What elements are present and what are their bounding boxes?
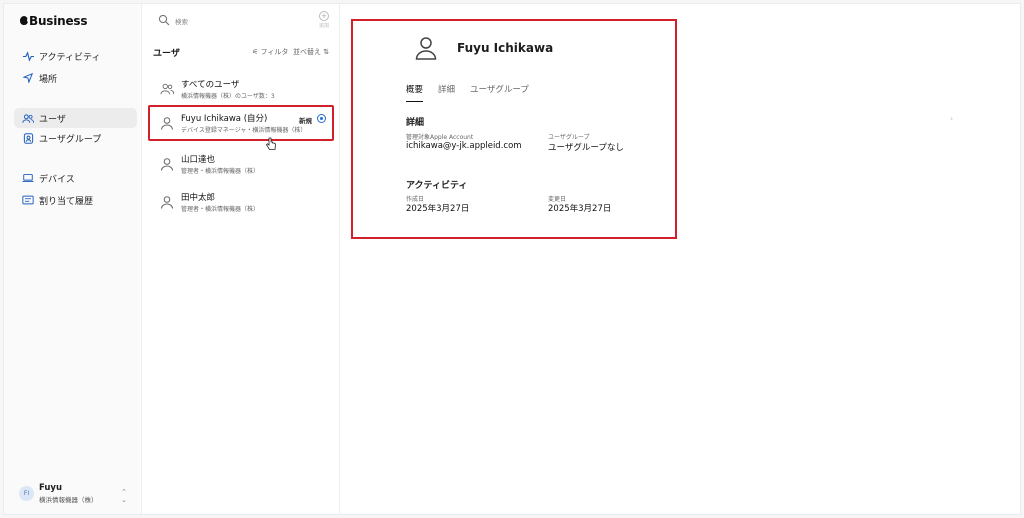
- user-name-heading: Fuyu Ichikawa: [457, 41, 554, 55]
- detail-tabs: 概要 詳細 ユーザグループ: [406, 83, 544, 102]
- users-icon: [22, 112, 34, 124]
- brand-logo[interactable]: Business: [20, 14, 88, 28]
- person-icon: [161, 117, 173, 130]
- list-item-yamaguchi[interactable]: 山口達也 管理者・横浜情報機器（株）: [148, 147, 334, 183]
- list-item-all-users[interactable]: すべてのユーザ 横浜情報機器（株）のユーザ数：3: [148, 72, 334, 108]
- account-name: Fuyu: [39, 483, 63, 493]
- account-org: 横浜情報機器（株）: [39, 496, 98, 504]
- apple-logo-icon: [20, 16, 30, 25]
- filter-label: フィルタ: [260, 48, 289, 56]
- sidebar-item-label: 割り当て履歴: [39, 196, 94, 207]
- managed-account-label: 管理対象Apple Account: [406, 134, 474, 141]
- list-title: ユーザ: [153, 49, 180, 59]
- sidebar-item-location[interactable]: 場所: [14, 68, 137, 88]
- list-item-subtitle: デバイス登録マネージャ・横浜情報機器（株）: [181, 127, 307, 134]
- brand-name: Business: [29, 14, 88, 28]
- managed-account-value: ichikawa@y-jk.appleid.com: [406, 141, 522, 151]
- location-arrow-icon: [22, 72, 34, 84]
- list-item-fuyu-ichikawa[interactable]: Fuyu Ichikawa (自分) デバイス登録マネージャ・横浜情報機器（株）…: [148, 105, 334, 141]
- list-item-tanaka[interactable]: 田中太郎 管理者・横浜情報機器（株）: [148, 185, 334, 221]
- sidebar: Business アクティビティ 場所 ユーザ ユーザグループ デバイス 割り当…: [4, 4, 138, 514]
- person-icon: [161, 158, 173, 171]
- user-detail-card: Fuyu Ichikawa 概要 詳細 ユーザグループ 詳細 管理対象Apple…: [351, 19, 677, 239]
- tab-user-groups[interactable]: ユーザグループ: [470, 83, 529, 102]
- sort-button[interactable]: 並べ替え ⇅: [293, 47, 329, 57]
- search-icon[interactable]: [158, 14, 170, 26]
- add-label: 追加: [319, 23, 330, 29]
- group-icon: [160, 83, 174, 95]
- add-user-button[interactable]: + 追加: [319, 11, 331, 29]
- search-input[interactable]: 検索: [175, 16, 188, 26]
- user-group-label: ユーザグループ: [548, 134, 590, 141]
- activity-section-title: アクティビティ: [406, 181, 468, 191]
- laptop-icon: [22, 172, 34, 184]
- person-icon: [415, 37, 437, 60]
- user-group-value: ユーザグループなし: [548, 143, 624, 153]
- list-item-name: Fuyu Ichikawa (自分): [181, 114, 268, 124]
- person-icon: [161, 196, 173, 209]
- selected-radio-icon[interactable]: [317, 114, 326, 123]
- user-list-panel: 検索 + 追加 ユーザ ⚟ フィルタ 並べ替え ⇅ すべてのユーザ 横浜情報機器…: [141, 4, 340, 514]
- tab-overview[interactable]: 概要: [406, 83, 424, 102]
- sidebar-item-activity[interactable]: アクティビティ: [14, 46, 137, 66]
- details-section-title: 詳細: [406, 118, 425, 128]
- list-item-subtitle: 管理者・横浜情報機器（株）: [181, 168, 260, 175]
- sidebar-item-label: アクティビティ: [39, 52, 101, 63]
- list-item-name: 田中太郎: [181, 193, 216, 203]
- filter-icon: ⚟: [252, 48, 261, 56]
- filter-button[interactable]: ⚟ フィルタ: [252, 47, 288, 57]
- chevron-right-icon[interactable]: ›: [950, 114, 953, 123]
- activity-icon: [22, 50, 34, 62]
- list-item-subtitle: 管理者・横浜情報機器（株）: [181, 206, 260, 213]
- chevron-updown-icon: ⌃ ⌄: [121, 488, 127, 504]
- hand-cursor-icon: [265, 137, 276, 150]
- tab-details[interactable]: 詳細: [438, 83, 455, 102]
- avatar: FI: [19, 486, 34, 501]
- sidebar-item-assignment-history[interactable]: 割り当て履歴: [14, 190, 137, 210]
- sidebar-item-label: デバイス: [39, 174, 75, 185]
- history-icon: [22, 194, 34, 206]
- sidebar-item-users[interactable]: ユーザ: [14, 108, 137, 128]
- list-item-name: すべてのユーザ: [181, 80, 240, 90]
- sidebar-item-label: 場所: [39, 74, 58, 85]
- sidebar-item-user-groups[interactable]: ユーザグループ: [14, 128, 137, 148]
- modified-date-value: 2025年3月27日: [548, 204, 612, 214]
- new-badge: 新規: [299, 117, 312, 125]
- app-window: Business アクティビティ 場所 ユーザ ユーザグループ デバイス 割り当…: [0, 0, 1024, 518]
- sort-icon: ⇅: [321, 48, 330, 56]
- account-switcher[interactable]: FI Fuyu 横浜情報機器（株） ⌃ ⌄: [19, 482, 129, 506]
- list-item-name: 山口達也: [181, 155, 216, 165]
- plus-icon: +: [319, 11, 329, 21]
- user-group-icon: [22, 132, 34, 144]
- list-item-subtitle: 横浜情報機器（株）のユーザ数：3: [181, 93, 275, 100]
- created-date-value: 2025年3月27日: [406, 204, 470, 214]
- sidebar-item-devices[interactable]: デバイス: [14, 168, 137, 188]
- sidebar-item-label: ユーザグループ: [39, 134, 102, 145]
- sidebar-item-label: ユーザ: [39, 114, 66, 125]
- sort-label: 並べ替え: [293, 48, 321, 56]
